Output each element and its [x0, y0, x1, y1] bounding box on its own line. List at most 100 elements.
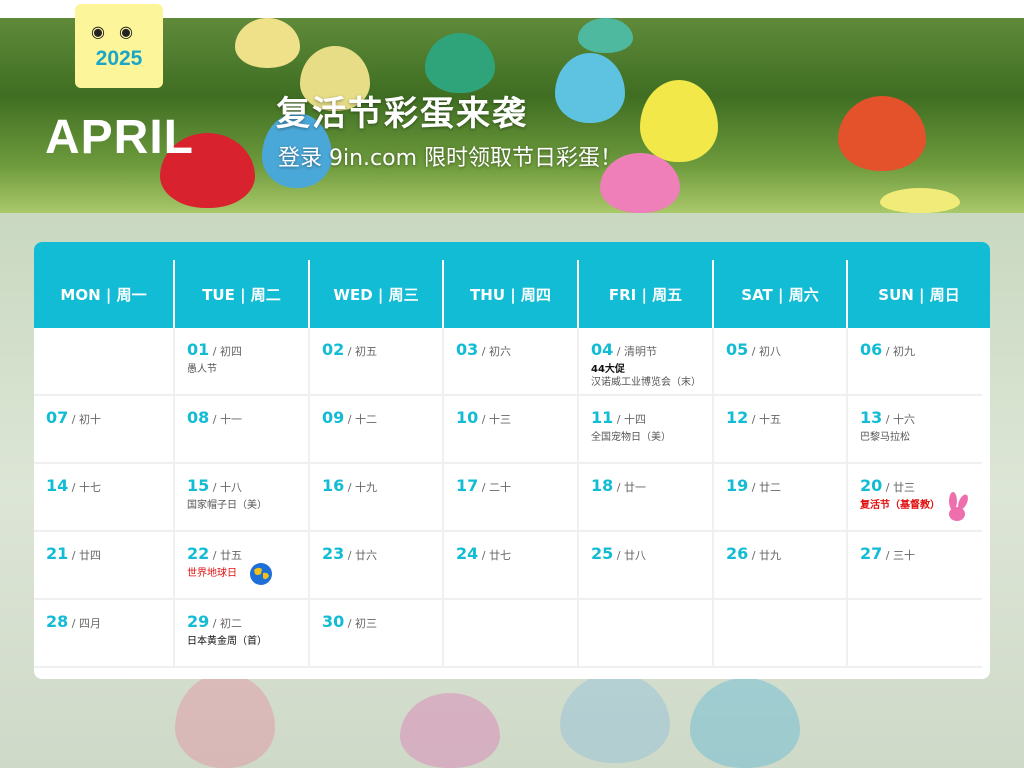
calendar-week: 14 / 十七 15 / 十八 国家帽子日（美） 16 / 十九 17 / 二十 18 /…: [34, 464, 982, 532]
day-number: 29: [187, 612, 210, 631]
empty-cell: [444, 600, 579, 666]
lunar-date: 初二: [219, 617, 242, 630]
day-cell[interactable]: 24 / 廿七: [444, 532, 579, 598]
day-cell[interactable]: 04 / 清明节 44大促 汉诺威工业博览会（末）: [579, 328, 714, 394]
lunar-separator: /: [748, 413, 759, 426]
lunar-date: 十八: [219, 481, 242, 494]
lunar-separator: /: [748, 481, 759, 494]
day-cell[interactable]: 29 / 初二 日本黄金周（首）: [175, 600, 310, 666]
calendar-grid: 01 / 初四 愚人节 02 / 初五 03 / 初六 04 / 清明节 44大促 汉诺威工…: [34, 328, 982, 668]
day-cell[interactable]: 12 / 十五: [714, 396, 848, 462]
day-number: 03: [456, 340, 479, 359]
day-number: 19: [726, 476, 749, 495]
day-number: 14: [46, 476, 69, 495]
lunar-separator: /: [478, 345, 489, 358]
day-cell[interactable]: 16 / 十九: [310, 464, 444, 530]
promo-title: 复活节彩蛋来袭: [276, 94, 528, 134]
lunar-separator: /: [748, 549, 759, 562]
calendar-week: 21 / 廿四 22 / 廿五 世界地球日 23 / 廿六 24 / 廿七 25 / 廿八…: [34, 532, 982, 600]
empty-cell: [579, 600, 714, 666]
lunar-date: 廿八: [623, 549, 646, 562]
day-cell[interactable]: 03 / 初六: [444, 328, 579, 394]
day-cell[interactable]: 13 / 十六 巴黎马拉松: [848, 396, 982, 462]
day-cell[interactable]: 07 / 初十: [34, 396, 175, 462]
lunar-separator: /: [478, 549, 489, 562]
lunar-date: 三十: [892, 549, 915, 562]
event-label: 巴黎马拉松: [860, 432, 910, 443]
day-cell[interactable]: 08 / 十一: [175, 396, 310, 462]
day-number: 25: [591, 544, 614, 563]
day-cell[interactable]: 22 / 廿五 世界地球日: [175, 532, 310, 598]
day-cell[interactable]: 14 / 十七: [34, 464, 175, 530]
event-label: 世界地球日: [187, 568, 237, 579]
event-label: 日本黄金周（首）: [187, 636, 267, 647]
day-cell[interactable]: 30 / 初三: [310, 600, 444, 666]
day-cell[interactable]: 26 / 廿九: [714, 532, 848, 598]
day-cell[interactable]: 11 / 十四 全国宠物日（美）: [579, 396, 714, 462]
day-cell[interactable]: 06 / 初九: [848, 328, 982, 394]
day-cell[interactable]: 18 / 廿一: [579, 464, 714, 530]
lunar-date: 十一: [219, 413, 242, 426]
lunar-date: 二十: [488, 481, 511, 494]
day-cell[interactable]: 20 / 廿三 复活节（基督教）: [848, 464, 982, 530]
lunar-separator: /: [68, 617, 79, 630]
day-cell[interactable]: 19 / 廿二: [714, 464, 848, 530]
lunar-date: 初八: [758, 345, 781, 358]
lunar-date: 初五: [354, 345, 377, 358]
day-cell[interactable]: 01 / 初四 愚人节: [175, 328, 310, 394]
day-cell[interactable]: 02 / 初五: [310, 328, 444, 394]
lunar-separator: /: [344, 617, 355, 630]
lunar-date: 十五: [758, 413, 781, 426]
lunar-date: 廿六: [354, 549, 377, 562]
day-number: 28: [46, 612, 69, 631]
lunar-separator: /: [613, 481, 624, 494]
lunar-date: 四月: [78, 617, 101, 630]
lunar-separator: /: [68, 549, 79, 562]
lunar-separator: /: [344, 345, 355, 358]
calendar-week: 07 / 初十 08 / 十一 09 / 十二 10 / 十三 11 / 十四 全国宠物日…: [34, 396, 982, 464]
lunar-separator: /: [613, 345, 624, 358]
day-number: 08: [187, 408, 210, 427]
lunar-date: 初十: [78, 413, 101, 426]
day-number: 12: [726, 408, 749, 427]
lunar-separator: /: [68, 413, 79, 426]
event-label: 国家帽子日（美）: [187, 500, 267, 511]
event-label: 愚人节: [187, 364, 217, 375]
lunar-separator: /: [209, 345, 220, 358]
lunar-separator: /: [344, 549, 355, 562]
year-badge: ◉◉ 2025: [75, 4, 163, 88]
day-number: 02: [322, 340, 345, 359]
day-cell[interactable]: 25 / 廿八: [579, 532, 714, 598]
lunar-separator: /: [209, 481, 220, 494]
day-number: 11: [591, 408, 614, 427]
lunar-separator: /: [209, 413, 220, 426]
day-cell[interactable]: 15 / 十八 国家帽子日（美）: [175, 464, 310, 530]
lunar-separator: /: [344, 481, 355, 494]
promo-subtitle: 登录 9in.com 限时领取节日彩蛋！: [278, 146, 623, 171]
weekday-header-2: WED | 周三: [310, 260, 444, 328]
day-cell[interactable]: 09 / 十二: [310, 396, 444, 462]
day-number: 26: [726, 544, 749, 563]
day-number: 24: [456, 544, 479, 563]
day-cell[interactable]: 05 / 初八: [714, 328, 848, 394]
weekday-header-6: SUN | 周日: [878, 285, 960, 304]
eyes-icon: ◉◉: [91, 22, 147, 41]
day-number: 17: [456, 476, 479, 495]
year-label: 2025: [95, 47, 143, 70]
event-label: 全国宠物日（美）: [591, 432, 671, 443]
day-number: 21: [46, 544, 69, 563]
lunar-date: 十七: [78, 481, 101, 494]
day-cell[interactable]: 10 / 十三: [444, 396, 579, 462]
lunar-date: 清明节: [623, 345, 657, 358]
day-cell[interactable]: 17 / 二十: [444, 464, 579, 530]
lunar-separator: /: [478, 413, 489, 426]
day-number: 05: [726, 340, 749, 359]
day-cell[interactable]: 27 / 三十: [848, 532, 982, 598]
day-cell[interactable]: 23 / 廿六: [310, 532, 444, 598]
event-label: 汉诺威工业博览会（末）: [591, 377, 701, 388]
day-number: 20: [860, 476, 883, 495]
day-cell[interactable]: 28 / 四月: [34, 600, 175, 666]
weekday-header-0: MON | 周一: [34, 260, 175, 328]
month-title: APRIL: [45, 111, 194, 164]
day-cell[interactable]: 21 / 廿四: [34, 532, 175, 598]
